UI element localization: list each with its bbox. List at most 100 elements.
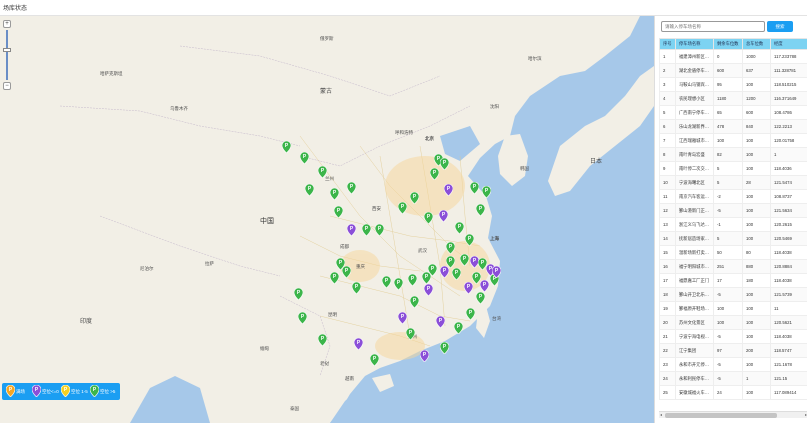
parking-marker[interactable]: P [460,254,469,266]
parking-marker[interactable]: P [446,242,455,254]
parking-marker[interactable]: P [424,212,433,224]
parking-marker[interactable]: P [439,210,448,222]
parking-marker[interactable]: P [398,202,407,214]
table-row[interactable]: 24 永和利民停车… -5 1 121.15 [659,371,807,386]
parking-marker[interactable]: P [440,342,449,354]
parking-pin-icon: P [410,296,419,308]
zoom-slider-thumb[interactable] [3,48,11,52]
map-view[interactable]: 俄罗斯 蒙古 哈萨克斯坦 呼和浩特 北京 哈尔滨 沈阳 乌鲁木齐 兰州 中国 西… [0,16,654,423]
parking-marker[interactable]: P [410,192,419,204]
search-input[interactable] [661,21,765,32]
parking-marker[interactable]: P [440,158,449,170]
zoom-in-button[interactable]: + [3,20,11,28]
scrollbar-thumb[interactable] [665,413,777,418]
parking-marker[interactable]: P [492,266,501,278]
zoom-slider-track[interactable] [6,30,8,80]
parking-marker[interactable]: P [362,224,371,236]
search-button[interactable]: 搜索 [767,21,793,32]
parking-marker[interactable]: P [444,184,453,196]
table-row[interactable]: 4 农民理想小区 1180 1200 116.371649 [659,91,807,106]
parking-marker[interactable]: P [398,312,407,324]
parking-marker[interactable]: P [318,334,327,346]
table-row[interactable]: 9 南叶停二次交… 5 100 118.4036 [659,161,807,176]
parking-marker[interactable]: P [347,224,356,236]
zoom-out-button[interactable]: − [3,82,11,90]
scroll-left-icon[interactable]: ◂ [660,412,662,417]
parking-marker[interactable]: P [342,266,351,278]
table-row[interactable]: 11 南京汽车客运… -2 100 108.8737 [659,189,807,204]
parking-marker[interactable]: P [470,182,479,194]
parking-marker[interactable]: P [476,204,485,216]
parking-marker[interactable]: P [476,292,485,304]
table-row[interactable]: 21 宁波宁海电视… -5 100 118.4038 [659,329,807,344]
parking-marker[interactable]: P [452,268,461,280]
table-row[interactable]: 8 南叶青岛宏盛 82 100 1 [659,147,807,162]
table-row[interactable]: 2 湖北金盾停车… 600 637 111.328781 [659,63,807,78]
parking-marker[interactable]: P [455,222,464,234]
col-header-free[interactable]: 剩余车位数 [713,38,743,50]
table-row[interactable]: 5 广西南宁停车… 65 600 108.4786 [659,105,807,120]
col-header-lng[interactable]: 经度 [770,38,807,50]
parking-marker[interactable]: P [294,288,303,300]
parking-marker[interactable]: P [424,284,433,296]
col-header-total[interactable]: 总车位数 [742,38,771,50]
table-row[interactable]: 20 苏州文化景区 100 100 120.5621 [659,315,807,330]
parking-marker[interactable]: P [375,224,384,236]
parking-marker[interactable]: P [330,188,339,200]
table-row[interactable]: 10 宁波海曙北区 5 28 121.5474 [659,175,807,190]
parking-marker[interactable]: P [394,278,403,290]
parking-marker[interactable]: P [420,350,429,362]
parking-marker[interactable]: P [334,206,343,218]
table-row[interactable]: 18 鄞山开卫北乐… -5 100 121.5739 [659,287,807,302]
parking-marker[interactable]: P [408,274,417,286]
col-header-index[interactable]: 序号 [659,38,676,50]
table-row[interactable]: 1 福建漳州新区… 0 1000 117.233788 [659,49,807,64]
table-cell: 118.4038 [770,273,807,288]
table-row[interactable]: 13 浙江义乌飞达… -1 100 120.2615 [659,217,807,232]
parking-pin-icon: P [347,182,356,194]
parking-marker[interactable]: P [318,166,327,178]
table-row[interactable]: 19 鄞福原开鞋场… 100 100 11 [659,301,807,316]
parking-marker[interactable]: P [466,308,475,320]
table-row[interactable]: 23 永和市开元停… -5 100 121.1678 [659,357,807,372]
parking-marker[interactable]: P [410,296,419,308]
parking-marker[interactable]: P [382,276,391,288]
parking-marker[interactable]: P [482,186,491,198]
parking-marker[interactable]: P [330,272,339,284]
col-header-name[interactable]: 停车场名称 [675,38,714,50]
table-cell: 农民理想小区 [675,91,714,106]
table-row[interactable]: 6 乐山龙湖新界… 478 840 122.2213 [659,119,807,134]
parking-marker[interactable]: P [282,141,291,153]
parking-marker[interactable]: P [354,338,363,350]
parking-marker[interactable]: P [436,316,445,328]
table-row[interactable]: 16 福宁明阳城市… 251 880 120.8884 [659,259,807,274]
table-row[interactable]: 25 安徽城福火车… 24 100 117.089414 [659,385,807,400]
table-row[interactable]: 12 鄞山港新门正… -5 100 121.5634 [659,203,807,218]
parking-marker[interactable]: P [440,266,449,278]
table-row[interactable]: 22 江宁集团 97 200 118.5747 [659,343,807,358]
parking-marker[interactable]: P [370,354,379,366]
table-row[interactable]: 17 福鼎嘉工厂正门 17 180 118.4038 [659,273,807,288]
parking-marker[interactable]: P [406,328,415,340]
parking-marker[interactable]: P [464,282,473,294]
table-cell: 100 [742,301,771,316]
parking-marker[interactable]: P [352,282,361,294]
horizontal-scrollbar[interactable]: ◂ ▸ [659,411,807,418]
parking-marker[interactable]: P [430,168,439,180]
table-cell: -5 [713,371,743,386]
table-cell: -1 [713,217,743,232]
parking-marker[interactable]: P [300,152,309,164]
map-label-shanghai: 上海 [490,236,499,241]
parking-marker[interactable]: P [480,280,489,292]
parking-marker[interactable]: P [422,272,431,284]
parking-marker[interactable]: P [305,184,314,196]
parking-marker[interactable]: P [465,234,474,246]
parking-marker[interactable]: P [454,322,463,334]
table-row[interactable]: 7 江西瑞雅城市… 100 100 120.01758 [659,133,807,148]
parking-marker[interactable]: P [347,182,356,194]
table-cell: 65 [713,105,743,120]
parking-marker[interactable]: P [298,312,307,324]
table-row[interactable]: 15 温新场新打卖… 50 80 118.4038 [659,245,807,260]
table-row[interactable]: 14 抚新居造场家… 5 100 120.5469 [659,231,807,246]
table-row[interactable]: 3 马鞍山马钢宾… 95 100 118.510215 [659,77,807,92]
